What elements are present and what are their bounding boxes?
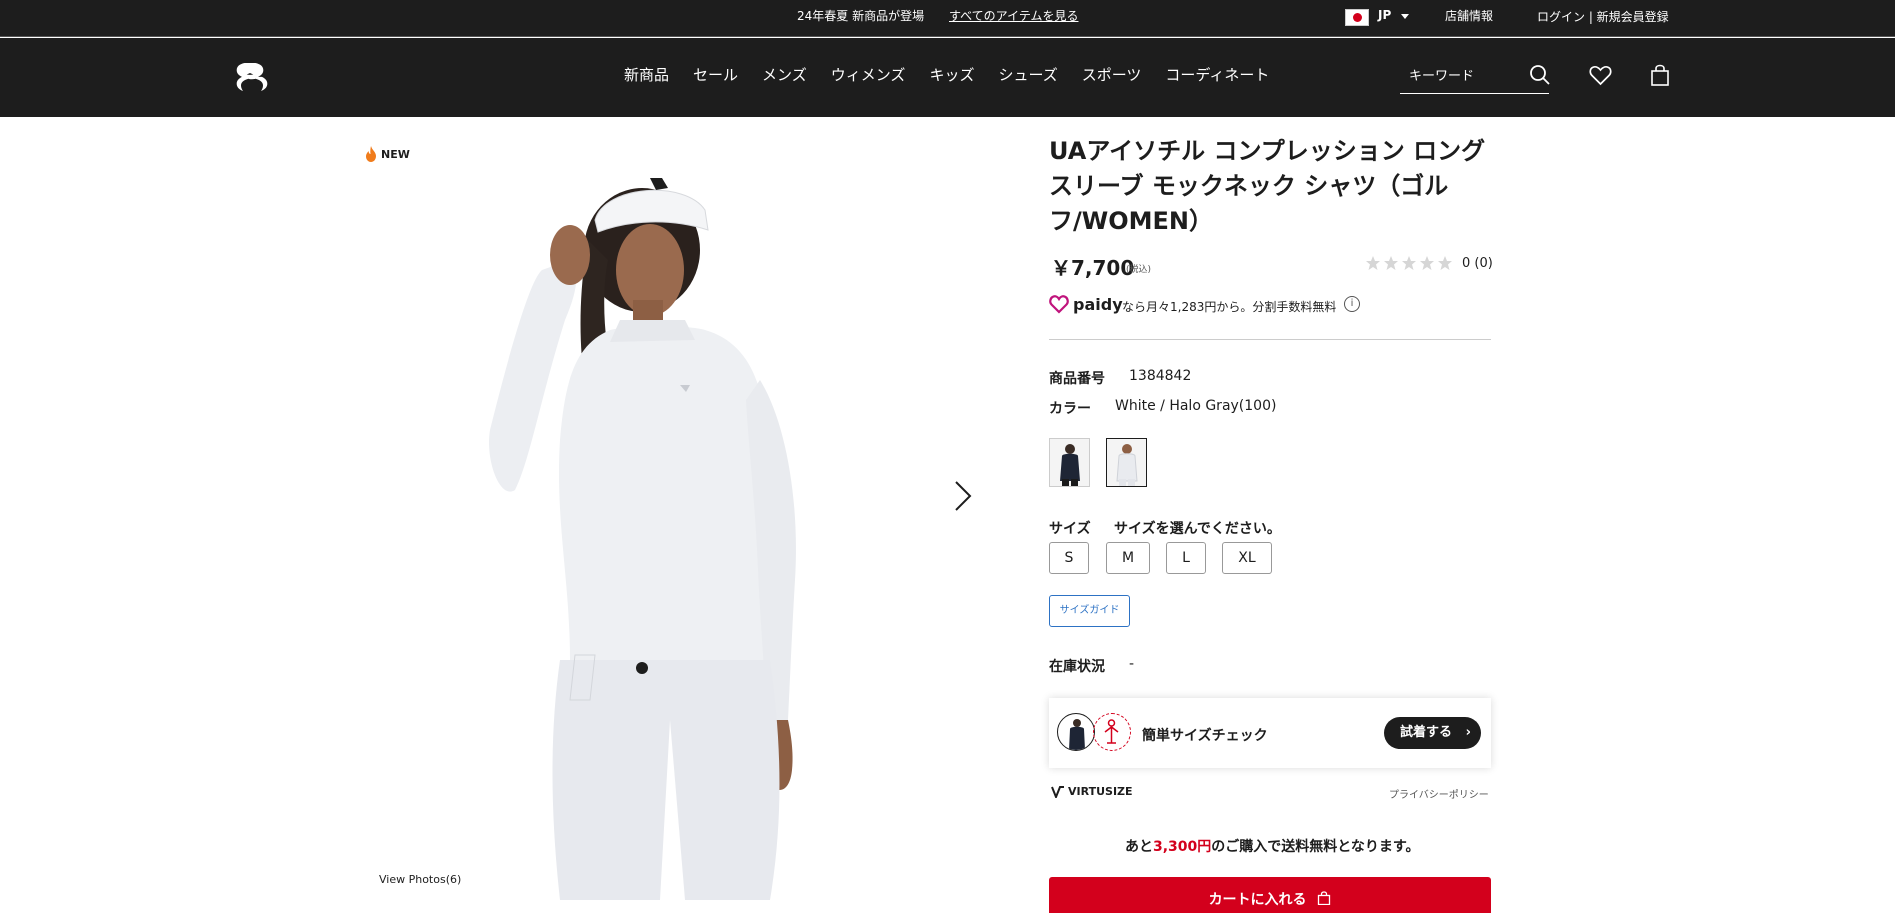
product-main-image bbox=[489, 178, 796, 900]
size-option-xl[interactable]: XL bbox=[1222, 542, 1272, 574]
color-label: カラー bbox=[1049, 401, 1091, 417]
next-image-arrow-icon[interactable] bbox=[952, 480, 974, 512]
color-value: White / Halo Gray(100) bbox=[1115, 398, 1277, 414]
nav-item-mens[interactable]: メンズ bbox=[762, 64, 807, 85]
product-number-value: 1384842 bbox=[1129, 368, 1192, 384]
nav-item-coordinate[interactable]: コーディネート bbox=[1165, 64, 1269, 85]
color-swatch-white[interactable] bbox=[1106, 438, 1147, 487]
new-badge-label: NEW bbox=[381, 147, 410, 161]
nav-item-womens[interactable]: ウィメンズ bbox=[831, 64, 906, 85]
star-icon bbox=[1438, 256, 1452, 270]
star-icon bbox=[1366, 256, 1380, 270]
paidy-installment-text: なら月々1,283円から。分割手数料無料 bbox=[1122, 300, 1337, 314]
nav-item-kids[interactable]: キッズ bbox=[929, 64, 974, 85]
paidy-logo-icon bbox=[1049, 295, 1069, 314]
tax-note: (税込) bbox=[1126, 265, 1152, 275]
garment-avatar bbox=[1057, 713, 1095, 751]
virtusize-panel: 簡単サイズチェック 試着する › bbox=[1049, 698, 1491, 768]
star-icon bbox=[1420, 256, 1434, 270]
size-option-s[interactable]: S bbox=[1049, 542, 1089, 574]
paidy-brand: paidy bbox=[1073, 294, 1123, 314]
view-photos-link[interactable]: View Photos(6) bbox=[379, 873, 461, 886]
under-armour-logo[interactable] bbox=[229, 63, 273, 91]
star-icon bbox=[1384, 256, 1398, 270]
nav-item-new[interactable]: 新商品 bbox=[624, 64, 669, 85]
japan-flag-icon[interactable] bbox=[1345, 9, 1369, 26]
announcement-bar: 24年春夏 新商品が登場 すべてのアイテムを見る JP 店舗情報 ログイン | … bbox=[0, 0, 1895, 37]
announcement-message: 24年春夏 新商品が登場 bbox=[797, 9, 925, 23]
virtusize-logo-icon bbox=[1051, 785, 1064, 798]
free-shipping-message: あと3,300円のご購入で送料無料となります。 bbox=[1125, 836, 1419, 856]
product-title: UAアイソチル コンプレッション ロング スリーブ モックネック シャツ（ゴルフ… bbox=[1049, 137, 1486, 235]
star-icon bbox=[1402, 256, 1416, 270]
virtusize-brand: VIRTUSIZE bbox=[1051, 785, 1133, 798]
store-info-link[interactable]: 店舗情報 bbox=[1445, 7, 1493, 24]
login-register-link[interactable]: ログイン | 新規会員登録 bbox=[1537, 8, 1669, 25]
shopping-bag-icon bbox=[1318, 891, 1331, 906]
search-icon[interactable] bbox=[1529, 64, 1551, 86]
rating-count[interactable]: 0 (0) bbox=[1462, 256, 1493, 271]
main-nav: 新商品 セール メンズ ウィメンズ キッズ シューズ スポーツ コーディネート bbox=[624, 64, 1293, 85]
divider bbox=[1049, 339, 1491, 340]
product-price: ￥7,700 bbox=[1051, 256, 1135, 280]
paidy-logo: paidy bbox=[1049, 294, 1123, 314]
new-badge: NEW bbox=[365, 146, 410, 162]
shipping-suffix: のご購入で送料無料となります。 bbox=[1211, 839, 1420, 855]
stock-value: - bbox=[1129, 656, 1135, 672]
search-input[interactable] bbox=[1409, 69, 1519, 84]
nav-item-sports[interactable]: スポーツ bbox=[1082, 64, 1142, 85]
country-selector[interactable]: JP bbox=[1378, 8, 1391, 22]
flame-icon bbox=[366, 146, 376, 162]
size-prompt: サイズを選んでください。 bbox=[1114, 521, 1281, 537]
try-on-label: 試着する bbox=[1400, 725, 1453, 740]
color-swatch-black[interactable] bbox=[1049, 438, 1090, 487]
add-to-cart-button[interactable]: カートに入れる bbox=[1049, 877, 1491, 913]
size-option-m[interactable]: M bbox=[1106, 542, 1150, 574]
size-label: サイズ bbox=[1049, 521, 1091, 537]
privacy-policy-link[interactable]: プライバシーポリシー bbox=[1389, 786, 1489, 801]
add-to-cart-label: カートに入れる bbox=[1208, 892, 1307, 908]
nav-item-shoes[interactable]: シューズ bbox=[998, 64, 1057, 85]
chevron-down-icon[interactable] bbox=[1401, 14, 1409, 19]
chevron-right-icon: › bbox=[1465, 725, 1471, 740]
shipping-amount: 3,300円 bbox=[1153, 839, 1212, 855]
virtusize-brand-label: VIRTUSIZE bbox=[1068, 785, 1133, 798]
size-option-l[interactable]: L bbox=[1166, 542, 1206, 574]
try-on-button[interactable]: 試着する › bbox=[1384, 717, 1481, 749]
shipping-prefix: あと bbox=[1125, 839, 1153, 855]
info-icon[interactable]: i bbox=[1344, 296, 1360, 312]
size-guide-button[interactable]: サイズガイド bbox=[1049, 595, 1130, 627]
nav-item-sale[interactable]: セール bbox=[693, 64, 738, 85]
stock-label: 在庫状況 bbox=[1049, 659, 1105, 675]
view-all-items-link[interactable]: すべてのアイテムを見る bbox=[949, 7, 1078, 24]
search-box bbox=[1400, 60, 1549, 94]
rating-stars[interactable] bbox=[1365, 255, 1455, 271]
shopping-bag-icon[interactable] bbox=[1650, 64, 1670, 86]
heart-icon[interactable] bbox=[1589, 65, 1612, 86]
product-number-label: 商品番号 bbox=[1049, 371, 1105, 387]
virtusize-label: 簡単サイズチェック bbox=[1142, 728, 1268, 744]
body-avatar-icon bbox=[1093, 713, 1131, 751]
